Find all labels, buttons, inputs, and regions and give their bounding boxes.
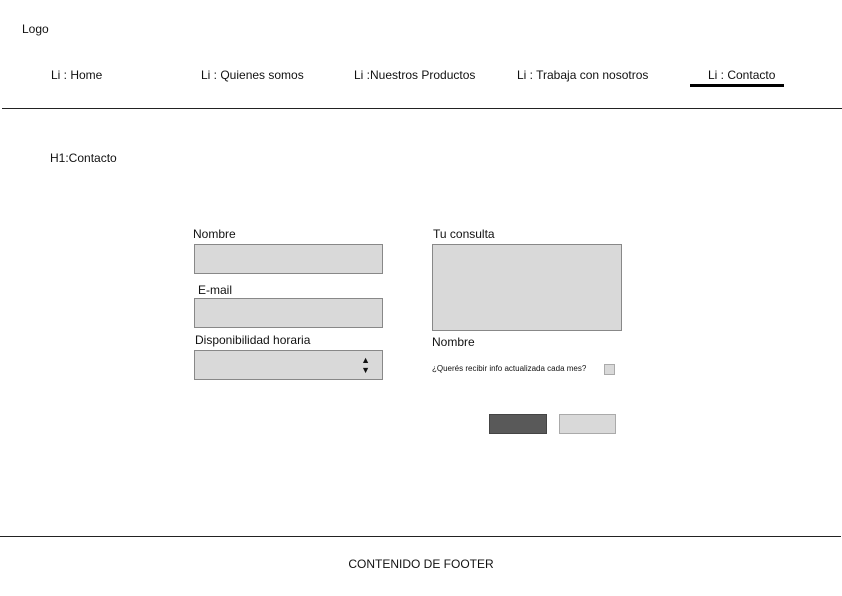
- query-textarea[interactable]: [432, 244, 622, 331]
- nav-item-quienes-somos[interactable]: Li : Quienes somos: [201, 68, 304, 82]
- header-divider: [2, 108, 842, 109]
- footer-divider: [0, 536, 841, 537]
- second-name-label: Nombre: [432, 335, 475, 349]
- active-nav-indicator: [690, 84, 784, 87]
- availability-label: Disponibilidad horaria: [195, 333, 311, 347]
- nav-item-nuestros-productos[interactable]: Li :Nuestros Productos: [354, 68, 475, 82]
- newsletter-checkbox[interactable]: [604, 364, 615, 375]
- reset-button[interactable]: [559, 414, 616, 434]
- nav-item-contacto[interactable]: Li : Contacto: [708, 68, 775, 82]
- nav-item-trabaja-con-nosotros[interactable]: Li : Trabaja con nosotros: [517, 68, 648, 82]
- email-field[interactable]: [194, 298, 383, 328]
- name-field[interactable]: [194, 244, 383, 274]
- name-label: Nombre: [193, 227, 236, 241]
- email-label: E-mail: [198, 283, 233, 297]
- submit-button[interactable]: [489, 414, 547, 434]
- page-title: H1:Contacto: [50, 151, 117, 165]
- logo[interactable]: Logo: [22, 22, 49, 36]
- availability-select[interactable]: ▲ ▼: [194, 350, 383, 380]
- up-down-arrows-icon[interactable]: ▲ ▼: [361, 355, 370, 375]
- query-label: Tu consulta: [433, 227, 495, 241]
- newsletter-label: ¿Querés recibir info actualizada cada me…: [432, 364, 587, 373]
- nav-item-home[interactable]: Li : Home: [51, 68, 102, 82]
- footer-content: CONTENIDO DE FOOTER: [348, 557, 494, 571]
